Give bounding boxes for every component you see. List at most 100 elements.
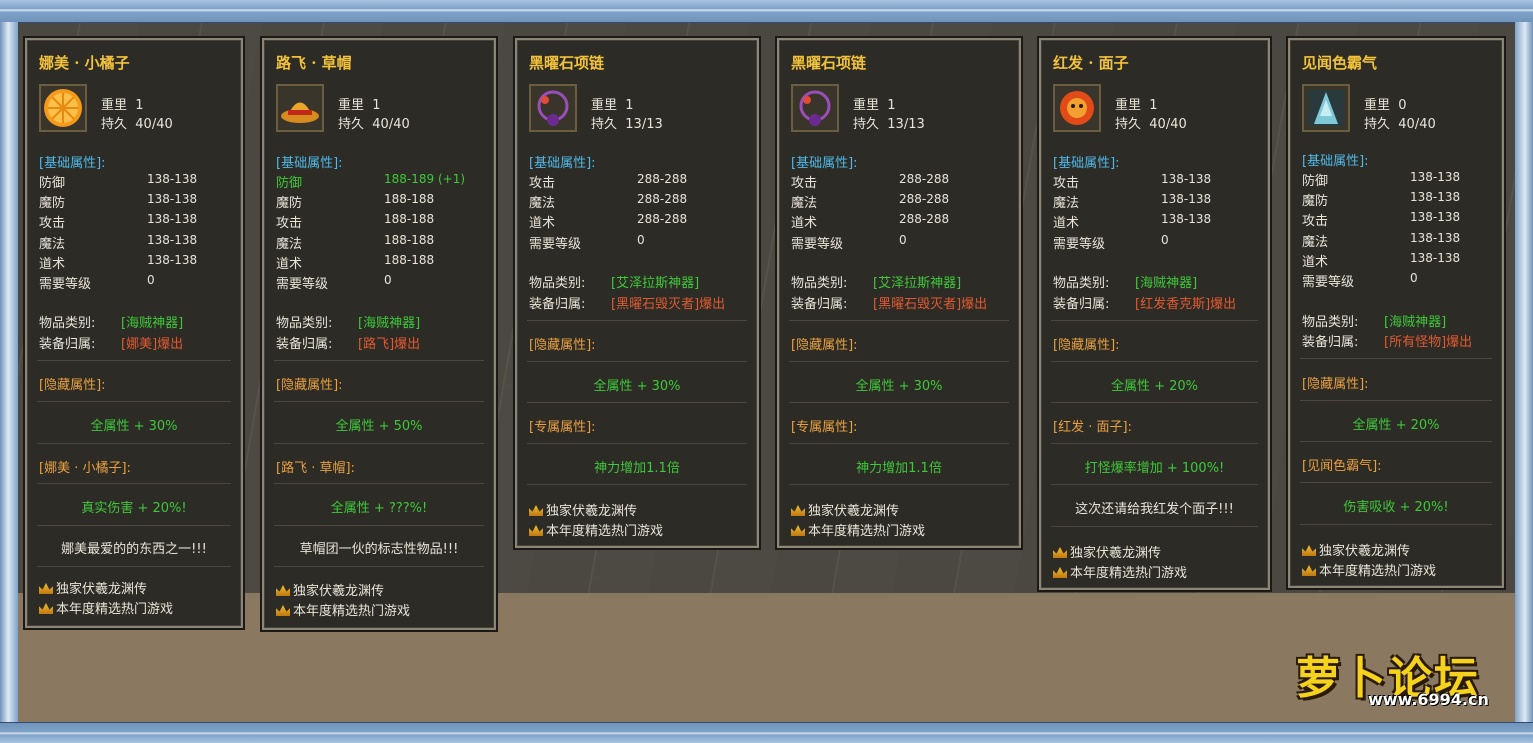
- hidden-attrs-header: [隐藏属性]:: [1053, 338, 1120, 353]
- crown-icon: [529, 505, 543, 516]
- hidden-attrs-header: [隐藏属性]:: [39, 378, 106, 393]
- crown-icon: [39, 603, 53, 614]
- promo-line-1: 独家伏羲龙渊传: [1302, 540, 1410, 559]
- divider: [789, 484, 1009, 485]
- durability-row: 持久 40/40: [1364, 117, 1436, 132]
- divider: [274, 483, 484, 484]
- window-frame-right: [1515, 22, 1533, 723]
- crown-icon: [276, 585, 290, 596]
- hidden-attr-value: 全属性 + 30%: [90, 419, 178, 434]
- divider: [274, 566, 484, 567]
- base-attrs-header: [基础属性]:: [1053, 156, 1120, 171]
- orange-icon: [39, 84, 87, 132]
- exclusive-attrs-header: [专属属性]:: [529, 420, 596, 435]
- divider: [1051, 361, 1258, 362]
- site-watermark-logo: 萝卜论坛 www.6994.cn: [1288, 640, 1518, 712]
- item-title: 娜美 · 小橘子: [39, 54, 130, 72]
- item-title: 见闻色霸气: [1302, 54, 1378, 72]
- special-attrs-header: [红发 · 面子]:: [1053, 420, 1132, 435]
- divider: [789, 443, 1009, 444]
- special-attr-value: 全属性 + ???%!: [330, 501, 428, 516]
- durability-row: 持久 40/40: [1115, 117, 1187, 132]
- flavor-text: 娜美最爱的的东西之一!!!: [61, 542, 207, 557]
- divider: [37, 483, 231, 484]
- window-frame-left: [0, 22, 18, 723]
- weight-row: 重里 1: [101, 98, 144, 113]
- promo-line-2: 本年度精选热门游戏: [39, 598, 173, 617]
- special-attrs-header: [见闻色霸气]:: [1302, 459, 1382, 474]
- divider: [274, 525, 484, 526]
- divider: [1300, 441, 1492, 442]
- divider: [789, 320, 1009, 321]
- promo-line-2: 本年度精选热门游戏: [529, 520, 663, 539]
- divider: [789, 402, 1009, 403]
- weight-row: 重里 1: [1115, 98, 1158, 113]
- special-attr-value: 伤害吸收 + 20%!: [1343, 500, 1449, 515]
- divider: [37, 525, 231, 526]
- hidden-attr-value: 全属性 + 20%: [1352, 418, 1440, 433]
- hidden-attr-value: 全属性 + 20%: [1110, 379, 1199, 394]
- exclusive-attr-value: 神力增加1.1倍: [594, 461, 680, 476]
- promo-line-1: 独家伏羲龙渊传: [39, 578, 147, 597]
- item-title: 红发 · 面子: [1053, 54, 1129, 72]
- base-attrs-header: [基础属性]:: [791, 156, 858, 171]
- divider: [527, 320, 747, 321]
- hidden-attrs-header: [隐藏属性]:: [529, 338, 596, 353]
- haki-icon: [1302, 84, 1350, 132]
- flavor-text: 这次还请给我红发个面子!!!: [1075, 502, 1234, 517]
- promo-line-1: 独家伏羲龙渊传: [529, 500, 637, 519]
- divider: [789, 361, 1009, 362]
- necklace-icon: [529, 84, 577, 132]
- durability-row: 持久 13/13: [591, 117, 663, 132]
- crown-icon: [1302, 545, 1316, 556]
- special-attr-value: 打怪爆率增加 + 100%!: [1084, 461, 1225, 476]
- item-title: 路飞 · 草帽: [276, 54, 352, 72]
- mask-icon: [1053, 84, 1101, 132]
- hidden-attr-value: 全属性 + 50%: [335, 419, 423, 434]
- item-title: 黑曜石项链: [791, 54, 867, 72]
- base-attrs-header: [基础属性]:: [39, 156, 106, 171]
- crown-icon: [1053, 567, 1067, 578]
- promo-line-2: 本年度精选热门游戏: [276, 600, 410, 619]
- crown-icon: [529, 525, 543, 536]
- base-attrs-header: [基础属性]:: [276, 156, 343, 171]
- hidden-attr-value: 全属性 + 30%: [855, 379, 943, 394]
- window-frame-bottom: [0, 722, 1533, 743]
- divider: [37, 443, 231, 444]
- flavor-text: 草帽团一伙的标志性物品!!!: [299, 542, 459, 557]
- item-tooltip-obsidian-necklace-2: 黑曜石项链 重里 1 持久 13/13 [基础属性]: 攻击 288-288 魔法…: [777, 38, 1021, 548]
- divider: [1051, 443, 1258, 444]
- divider: [1051, 402, 1258, 403]
- divider: [527, 402, 747, 403]
- divider: [1051, 526, 1258, 527]
- straw-hat-icon: [276, 84, 324, 132]
- base-attrs-header: [基础属性]:: [529, 156, 596, 171]
- promo-line-1: 独家伏羲龙渊传: [1053, 542, 1161, 561]
- logo-url: www.6994.cn: [1368, 690, 1489, 709]
- divider: [1051, 320, 1258, 321]
- necklace-icon: [791, 84, 839, 132]
- divider: [1300, 524, 1492, 525]
- item-tooltip-shanks-mask: 红发 · 面子 重里 1 持久 40/40 [基础属性]: 攻击 138-138 …: [1039, 38, 1270, 590]
- crown-icon: [1053, 547, 1067, 558]
- promo-line-2: 本年度精选热门游戏: [1053, 562, 1187, 581]
- promo-line-2: 本年度精选热门游戏: [1302, 560, 1436, 579]
- promo-line-1: 独家伏羲龙渊传: [276, 580, 384, 599]
- durability-row: 持久 40/40: [101, 117, 173, 132]
- window-frame-top: [0, 0, 1533, 23]
- weight-row: 重里 0: [1364, 98, 1407, 113]
- weight-row: 重里 1: [338, 98, 381, 113]
- weight-row: 重里 1: [591, 98, 634, 113]
- divider: [1300, 400, 1492, 401]
- base-attrs-header: [基础属性]:: [1302, 154, 1369, 169]
- divider: [274, 443, 484, 444]
- hidden-attrs-header: [隐藏属性]:: [791, 338, 858, 353]
- hidden-attrs-header: [隐藏属性]:: [276, 378, 343, 393]
- weight-row: 重里 1: [853, 98, 896, 113]
- divider: [274, 401, 484, 402]
- divider: [274, 360, 484, 361]
- item-tooltip-nami-orange: 娜美 · 小橘子 重里 1 持久 40/40 [基础属性]: 防御 138-138…: [25, 38, 243, 628]
- divider: [37, 401, 231, 402]
- item-tooltip-observation-haki: 见闻色霸气 重里 0 持久 40/40 [基础属性]: 防御 138-138 魔防…: [1288, 38, 1504, 588]
- divider: [527, 443, 747, 444]
